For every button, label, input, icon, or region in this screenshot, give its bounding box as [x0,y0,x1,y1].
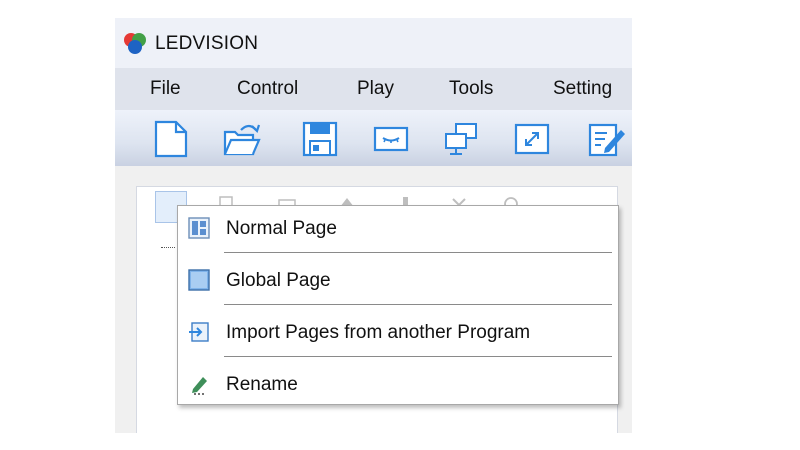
title-bar: LEDVISION [115,18,632,68]
menu-setting[interactable]: Setting [553,78,612,100]
menu-item-label: Import Pages from another Program [226,322,531,343]
app-title: LEDVISION [155,33,259,54]
import-pages-icon [189,322,209,342]
menu-bar: File Control Play Tools Setting [115,68,632,110]
open-folder-button[interactable] [223,120,261,158]
add-page-context-menu: Normal Page Global Page Import Pages fro… [177,205,619,405]
menu-separator [224,304,612,305]
screen-icon [373,126,409,152]
toolbar [115,110,632,166]
menu-file[interactable]: File [150,78,181,100]
menu-separator [224,252,612,253]
menu-tools[interactable]: Tools [449,78,493,100]
menu-play[interactable]: Play [357,78,394,100]
menu-item-label: Global Page [226,270,331,291]
edit-icon [588,123,625,157]
menu-item-normal-page[interactable]: Normal Page [178,206,618,252]
menu-separator [224,356,612,357]
menu-item-label: Normal Page [226,218,337,239]
new-file-icon [154,120,188,158]
edit-button[interactable] [587,120,625,158]
save-icon [302,121,338,157]
network-icon [445,123,477,155]
screen-button[interactable] [372,120,410,158]
rename-icon [192,377,207,395]
menu-control[interactable]: Control [237,78,298,100]
menu-item-rename[interactable]: Rename [178,362,618,408]
save-button[interactable] [301,120,339,158]
normal-page-icon [188,217,210,239]
fullscreen-icon [514,123,550,155]
tree-connector [161,247,175,248]
network-button[interactable] [442,120,480,158]
menu-item-label: Rename [226,374,298,395]
new-file-button[interactable] [152,120,190,158]
global-page-icon [188,269,210,291]
fullscreen-button[interactable] [513,120,551,158]
open-folder-icon [223,124,261,156]
menu-item-import-pages[interactable]: Import Pages from another Program [178,310,618,356]
ledvision-logo-icon [124,33,146,54]
menu-item-global-page[interactable]: Global Page [178,258,618,304]
